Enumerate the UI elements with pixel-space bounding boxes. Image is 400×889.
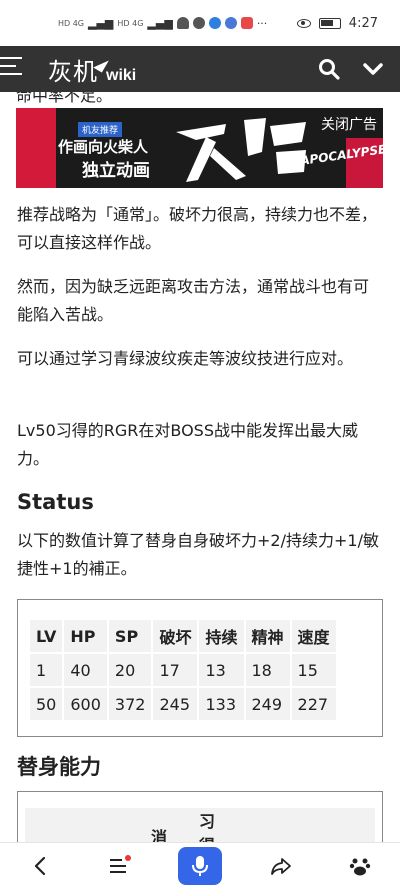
ability-col-header-learn: 习得 — [199, 812, 216, 842]
col-header-spirit: 精神 — [245, 620, 290, 652]
ability-table: 消 习得 — [25, 808, 375, 842]
ad-brush-art — [176, 118, 306, 182]
cut-off-text: 命中率不足。 — [16, 92, 113, 105]
notification-app-icon — [240, 17, 253, 29]
logo-text: 灰机 — [48, 57, 98, 86]
paragraph-4: Lv50习得的RGR在对BOSS战中能发挥出最大威力。 — [17, 421, 358, 468]
col-header-hp: HP — [64, 620, 107, 652]
signal-bars-icon-2: ▂▄▆ — [147, 16, 173, 30]
col-header-endurance: 持续 — [199, 620, 244, 652]
table-cell: 600 — [64, 688, 107, 720]
table-cell: 20 — [108, 654, 152, 686]
menu-icon[interactable] — [0, 46, 26, 92]
clock: 4:27 — [348, 15, 378, 31]
bottom-nav — [0, 842, 400, 889]
eye-comfort-icon — [296, 18, 311, 28]
notification-chat-icon — [192, 17, 205, 29]
col-header-sp: SP — [108, 620, 152, 652]
col-header-speed: 速度 — [291, 620, 336, 652]
table-cell: 13 — [199, 654, 244, 686]
section-heading-ability: 替身能力 — [17, 755, 101, 779]
table-cell: 1 — [30, 654, 63, 686]
table-cell: 50 — [30, 688, 63, 720]
back-icon[interactable] — [20, 846, 60, 886]
table-cell: 227 — [291, 688, 336, 720]
table-cell: 249 — [245, 688, 290, 720]
notification-penguin-icon — [176, 17, 189, 29]
app-header: 灰机 wiki — [0, 46, 400, 92]
status-table-container: LV HP SP 破坏 持续 精神 速度 1 40 20 17 13 18 15… — [17, 599, 383, 737]
article-content: 命中率不足。 机友推荐 作画向火柴人 独立动画 关闭广告 APOCALYPSE … — [0, 92, 400, 842]
status-bar: HD 4G ▂▄▆ HD 4G ▂▄▆ ··· 4:27 — [0, 0, 400, 46]
table-cell: 18 — [245, 654, 290, 686]
baidu-paw-icon[interactable] — [340, 846, 380, 886]
ad-decoration — [16, 108, 56, 188]
signal-indicator-1: HD 4G — [58, 18, 85, 28]
status-table: LV HP SP 破坏 持续 精神 速度 1 40 20 17 13 18 15… — [28, 618, 338, 722]
chevron-down-icon[interactable] — [360, 56, 386, 82]
logo-suffix: wiki — [106, 66, 137, 84]
status-right: 4:27 — [296, 15, 378, 31]
table-cell: 245 — [153, 688, 198, 720]
ad-close-button[interactable]: 关闭广告 — [321, 114, 377, 134]
battery-icon — [318, 17, 341, 29]
table-cell: 372 — [108, 688, 152, 720]
col-header-lv: LV — [30, 620, 63, 652]
paragraph-1: 推荐战略为「通常」。破坏力很高，持续力也不差，可以直接这样作战。 — [17, 205, 378, 252]
site-logo[interactable]: 灰机 wiki — [48, 52, 136, 87]
ad-title-line1: 作画向火柴人 — [58, 138, 149, 156]
signal-bars-icon: ▂▄▆ — [88, 16, 114, 30]
table-cell: 40 — [64, 654, 107, 686]
ad-banner[interactable]: 机友推荐 作画向火柴人 独立动画 关闭广告 APOCALYPSE — [16, 108, 383, 188]
table-cell: 133 — [199, 688, 244, 720]
paragraph-2: 然而，因为缺乏远距离攻击方法，通常战斗也有可能陷入苦战。 — [17, 277, 370, 324]
signal-indicator-2: HD 4G — [117, 18, 144, 28]
notification-message-icon — [224, 17, 237, 29]
ad-title-line2: 独立动画 — [82, 161, 150, 181]
more-notifications-icon: ··· — [256, 16, 268, 30]
section-heading-status: Status — [17, 490, 94, 514]
ability-table-container: 消 习得 — [17, 791, 383, 842]
menu-list-icon[interactable] — [99, 846, 139, 886]
paragraph-3: 可以通过学习青绿波纹疾走等波纹技进行应对。 — [17, 349, 354, 368]
status-left: HD 4G ▂▄▆ HD 4G ▂▄▆ ··· — [58, 17, 267, 30]
ad-tag: 机友推荐 — [78, 122, 123, 137]
table-row: 50 600 372 245 133 249 227 — [30, 688, 336, 720]
col-header-power: 破坏 — [153, 620, 198, 652]
table-cell: 17 — [153, 654, 198, 686]
table-header-row: LV HP SP 破坏 持续 精神 速度 — [30, 620, 336, 652]
search-icon[interactable] — [316, 56, 342, 82]
table-row: 1 40 20 17 13 18 15 — [30, 654, 336, 686]
table-cell: 15 — [291, 654, 336, 686]
status-note: 以下的数值计算了替身自身破坏力+2/持续力+1/敏捷性+1的補正。 — [17, 531, 379, 578]
notification-music-icon — [208, 17, 221, 29]
ability-col-header-cost: 消 — [151, 828, 168, 842]
share-icon[interactable] — [261, 846, 301, 886]
mic-icon[interactable] — [177, 847, 222, 885]
notification-dot — [124, 855, 131, 861]
